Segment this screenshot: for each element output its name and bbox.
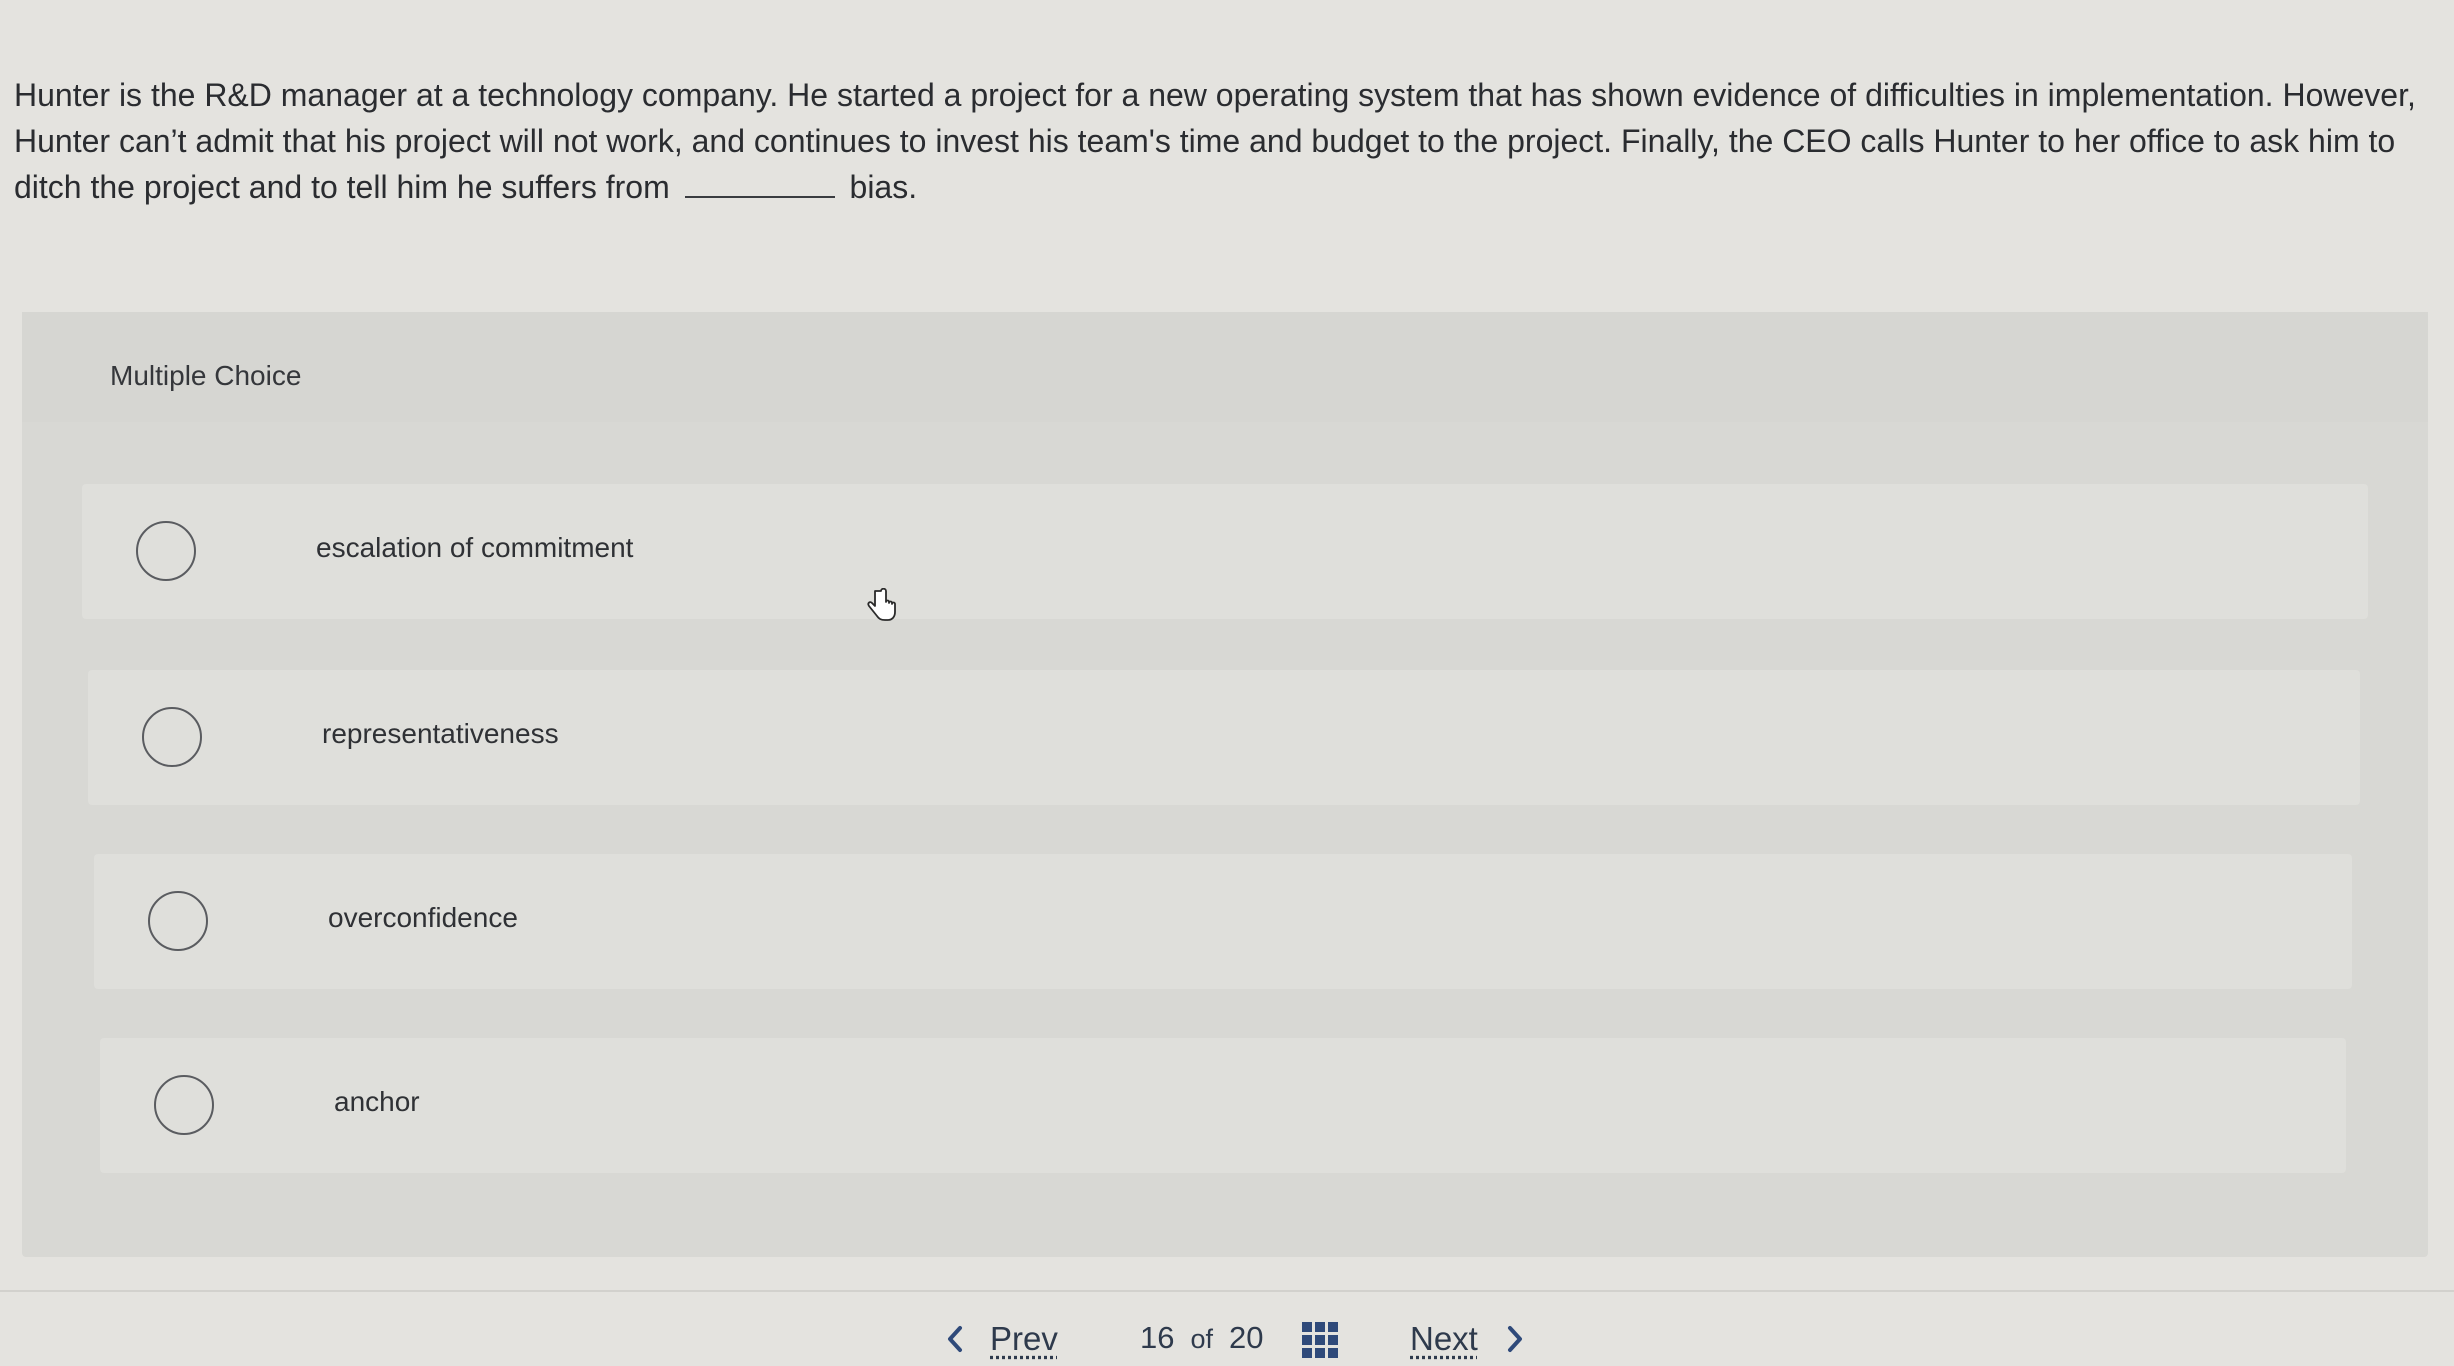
option-label: anchor bbox=[334, 1086, 420, 1117]
option-label: overconfidence bbox=[328, 902, 518, 933]
question-text: Hunter is the R&D manager at a technolog… bbox=[14, 72, 2434, 210]
option-label: escalation of commitment bbox=[316, 532, 634, 563]
question-grid-icon[interactable] bbox=[1302, 1322, 1338, 1358]
current-question-number: 16 bbox=[1140, 1320, 1175, 1355]
option-escalation-of-commitment[interactable]: escalation of commitment bbox=[82, 484, 2368, 619]
option-overconfidence[interactable]: overconfidence bbox=[94, 854, 2352, 989]
radio-button[interactable] bbox=[136, 521, 196, 581]
nav-divider bbox=[0, 1290, 2454, 1292]
option-label: representativeness bbox=[322, 718, 559, 749]
radio-button[interactable] bbox=[148, 891, 208, 951]
next-label: Next bbox=[1410, 1320, 1478, 1357]
multiple-choice-panel: Multiple Choice escalation of commitment… bbox=[22, 312, 2428, 1257]
total-questions: 20 bbox=[1229, 1320, 1264, 1355]
radio-button[interactable] bbox=[142, 707, 202, 767]
option-representativeness[interactable]: representativeness bbox=[88, 670, 2360, 805]
question-text-after-blank: bias. bbox=[849, 169, 918, 205]
prev-button[interactable]: Prev bbox=[944, 1320, 1058, 1358]
multiple-choice-title: Multiple Choice bbox=[110, 360, 302, 391]
option-anchor[interactable]: anchor bbox=[100, 1038, 2346, 1173]
radio-button[interactable] bbox=[154, 1075, 214, 1135]
of-label: of bbox=[1190, 1324, 1214, 1354]
bottom-navigation: Prev 16 of 20 Next bbox=[0, 1290, 2454, 1366]
chevron-left-icon bbox=[948, 1326, 962, 1352]
chevron-right-icon bbox=[1507, 1326, 1522, 1352]
prev-label: Prev bbox=[990, 1320, 1058, 1357]
next-button[interactable]: Next bbox=[1410, 1320, 1526, 1358]
quiz-page: Hunter is the R&D manager at a technolog… bbox=[0, 0, 2454, 1366]
question-text-before-blank: Hunter is the R&D manager at a technolog… bbox=[14, 77, 2416, 205]
question-counter: 16 of 20 bbox=[1140, 1320, 1264, 1356]
hand-pointer-icon bbox=[867, 588, 896, 621]
answer-blank bbox=[684, 168, 835, 198]
multiple-choice-header: Multiple Choice bbox=[22, 312, 2428, 422]
